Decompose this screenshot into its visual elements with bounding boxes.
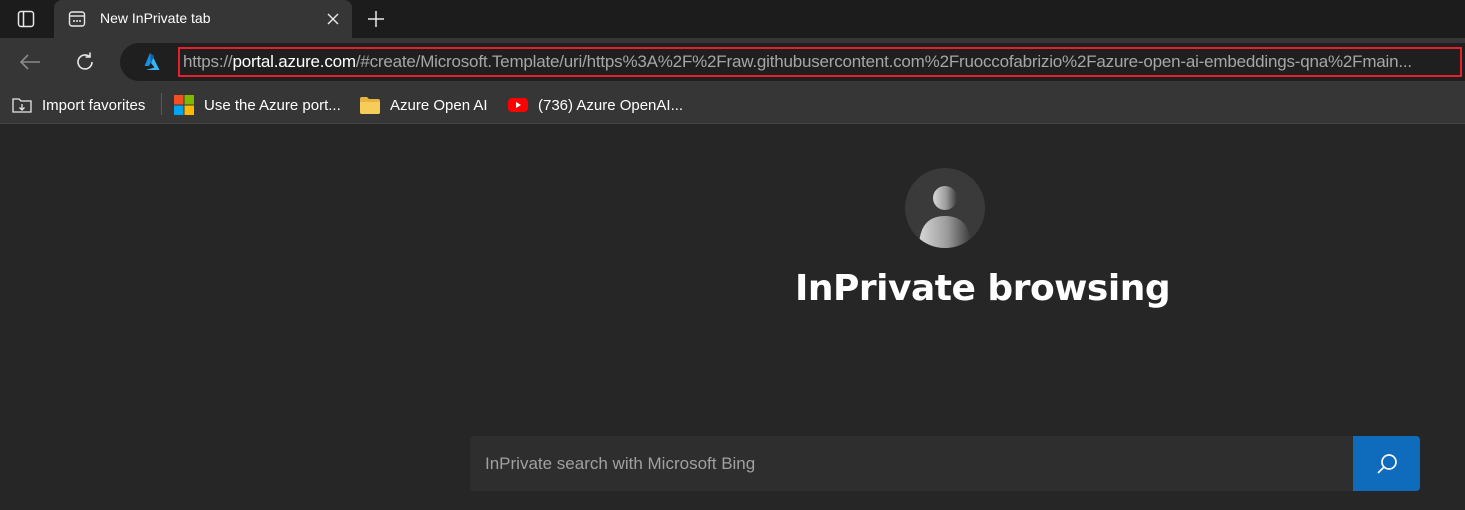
close-icon (327, 13, 339, 25)
favorite-folder-azure-open-ai[interactable]: Azure Open AI (360, 94, 488, 116)
new-tab-button[interactable] (362, 5, 390, 33)
favorite-use-the-azure-portal[interactable]: Use the Azure port... (174, 94, 341, 116)
search-input[interactable] (470, 436, 1353, 491)
favorite-label: Import favorites (42, 96, 146, 114)
refresh-button[interactable] (69, 46, 101, 78)
favorite-azure-openai-video[interactable]: (736) Azure OpenAI... (508, 94, 683, 116)
url-field[interactable]: https://portal.azure.com/#create/Microso… (178, 47, 1462, 77)
back-button[interactable] (14, 46, 46, 78)
tab-title: New InPrivate tab (100, 10, 211, 26)
search-icon (1376, 453, 1397, 474)
favorites-bar: Import favorites Use the Azure port... A… (0, 86, 1465, 124)
tab-actions-icon (17, 10, 35, 28)
navigation-toolbar: https://portal.azure.com/#create/Microso… (0, 38, 1465, 86)
azure-logo-icon (144, 53, 160, 70)
title-bar: New InPrivate tab (0, 0, 1465, 38)
microsoft-logo-icon (174, 95, 194, 115)
favorite-label: (736) Azure OpenAI... (538, 96, 684, 114)
refresh-icon (77, 52, 93, 70)
favorites-divider (161, 93, 162, 115)
folder-icon (360, 95, 380, 115)
back-arrow-icon (19, 54, 40, 70)
url-host: portal.azure.com (232, 52, 356, 71)
tab-actions-menu-button[interactable] (8, 5, 44, 33)
youtube-icon (508, 95, 528, 115)
inprivate-person-icon (919, 186, 971, 248)
favorite-import-favorites[interactable]: Import favorites (12, 94, 145, 116)
address-bar[interactable]: https://portal.azure.com/#create/Microso… (120, 43, 1465, 81)
inprivate-tab-icon (68, 11, 86, 27)
url-path: /#create/Microsoft.Template/uri/https%3A… (355, 52, 1412, 71)
favorite-label: Azure Open AI (390, 96, 488, 114)
favorite-label: Use the Azure port... (204, 96, 341, 114)
search-button[interactable] (1353, 436, 1420, 491)
tab-new-inprivate[interactable]: New InPrivate tab (54, 0, 352, 38)
import-favorites-icon (12, 95, 32, 115)
url-scheme: https:// (183, 52, 233, 71)
plus-icon (368, 11, 384, 27)
inprivate-avatar (905, 168, 985, 248)
tab-close-button[interactable] (322, 8, 344, 30)
page-title: InPrivate browsing (795, 268, 1171, 309)
bing-search-box (470, 436, 1420, 491)
